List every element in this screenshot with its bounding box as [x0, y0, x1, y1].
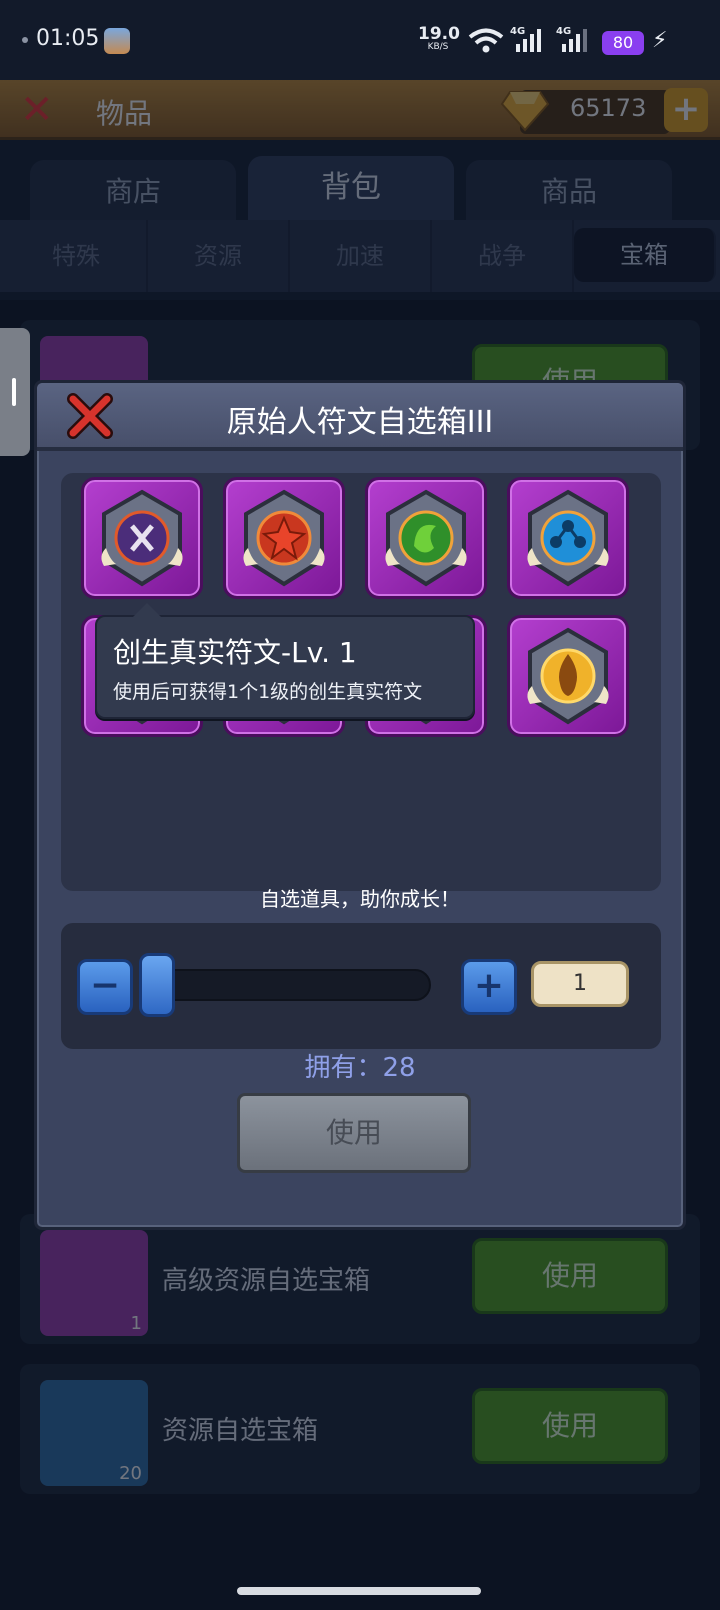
rune-tooltip: 创生真实符文-Lv. 1 使用后可获得1个1级的创生真实符文: [95, 603, 475, 719]
item-count: 20: [119, 1463, 142, 1484]
sub-tab-chest[interactable]: 宝箱: [574, 228, 716, 282]
list-item: 1 高级资源自选宝箱 使用: [20, 1214, 700, 1344]
gold-flame-rune-icon: [527, 627, 609, 725]
advanced-resource-chest-icon: 1: [40, 1230, 148, 1336]
wifi-icon: [468, 28, 504, 53]
quantity-field[interactable]: 1: [531, 961, 629, 1007]
dialog-header: 原始人符文自选箱III: [37, 383, 683, 451]
side-drawer-handle[interactable]: [0, 328, 30, 456]
sub-tab-special[interactable]: 特殊: [6, 220, 148, 292]
tooltip-description: 使用后可获得1个1级的创生真实符文: [113, 681, 423, 703]
app-notification-icon: [104, 28, 130, 54]
tab-backpack[interactable]: 背包: [248, 156, 454, 220]
quantity-panel: − + 1: [61, 923, 661, 1049]
increase-button[interactable]: +: [461, 959, 517, 1015]
charging-icon: ⚡: [652, 28, 668, 53]
diamond-icon: [500, 91, 550, 132]
rune-select-dialog: 原始人符文自选箱III 创生真实符文-Lv. 1 使用后可获得1个1级的创生真实…: [34, 380, 686, 1230]
resource-chest-icon: 20: [40, 1380, 148, 1486]
slider-handle[interactable]: [139, 953, 175, 1017]
sub-tab-bar: 特殊 资源 加速 战争 宝箱: [0, 220, 720, 292]
rune-option-1[interactable]: [81, 477, 203, 599]
item-count: 1: [130, 1313, 142, 1334]
status-bar: 01:05 19.0 KB/S 4G 4G 80 ⚡: [0, 0, 720, 80]
home-indicator[interactable]: [237, 1587, 481, 1595]
minus-icon: −: [89, 965, 121, 1006]
top-header: ✕ 物品 65173 +: [0, 80, 720, 140]
sub-tab-speedup[interactable]: 加速: [290, 220, 432, 292]
rune-option-2[interactable]: [223, 477, 345, 599]
tab-bar: 商店 背包 商品 特殊 资源 加速 战争 宝箱: [0, 140, 720, 300]
cell-signal-icon: 4G: [510, 26, 546, 58]
blue-node-rune-icon: [527, 489, 609, 587]
page-title: 物品: [96, 97, 153, 130]
clock: 01:05: [36, 26, 100, 51]
add-gems-button[interactable]: +: [664, 88, 708, 132]
green-swirl-rune-icon: [385, 489, 467, 587]
tooltip-pointer: [133, 603, 161, 617]
gem-count: 65173: [570, 94, 647, 122]
quantity-slider[interactable]: [141, 969, 431, 1001]
tab-goods[interactable]: 商品: [466, 160, 672, 220]
plus-icon: +: [473, 965, 505, 1006]
rune-option-3[interactable]: [365, 477, 487, 599]
use-button[interactable]: 使用: [472, 1388, 668, 1464]
list-item: 20 资源自选宝箱 使用: [20, 1364, 700, 1494]
network-speed: 19.0 KB/S: [418, 24, 460, 53]
rune-option-4[interactable]: [507, 477, 629, 599]
use-button[interactable]: 使用: [237, 1093, 471, 1173]
tab-shop[interactable]: 商店: [30, 160, 236, 220]
rune-option-8[interactable]: [507, 615, 629, 737]
sub-tab-resources[interactable]: 资源: [148, 220, 290, 292]
purple-rune-icon: [101, 489, 183, 587]
notification-dot: [22, 37, 28, 43]
cell-signal-2-icon: 4G: [556, 26, 592, 58]
battery-icon: 80: [602, 31, 644, 55]
owned-count: 拥有：28: [304, 1053, 416, 1083]
dialog-slogan: 自选道具，助你成长！: [260, 887, 460, 911]
sub-tab-war[interactable]: 战争: [432, 220, 574, 292]
dialog-title: 原始人符文自选箱III: [226, 405, 494, 440]
item-name: 资源自选宝箱: [162, 1416, 319, 1446]
item-name: 高级资源自选宝箱: [162, 1266, 371, 1296]
tooltip-title: 创生真实符文-Lv. 1: [113, 636, 357, 669]
decrease-button[interactable]: −: [77, 959, 133, 1015]
close-icon[interactable]: ✕: [20, 90, 54, 130]
red-star-rune-icon: [243, 489, 325, 587]
use-button[interactable]: 使用: [472, 1238, 668, 1314]
